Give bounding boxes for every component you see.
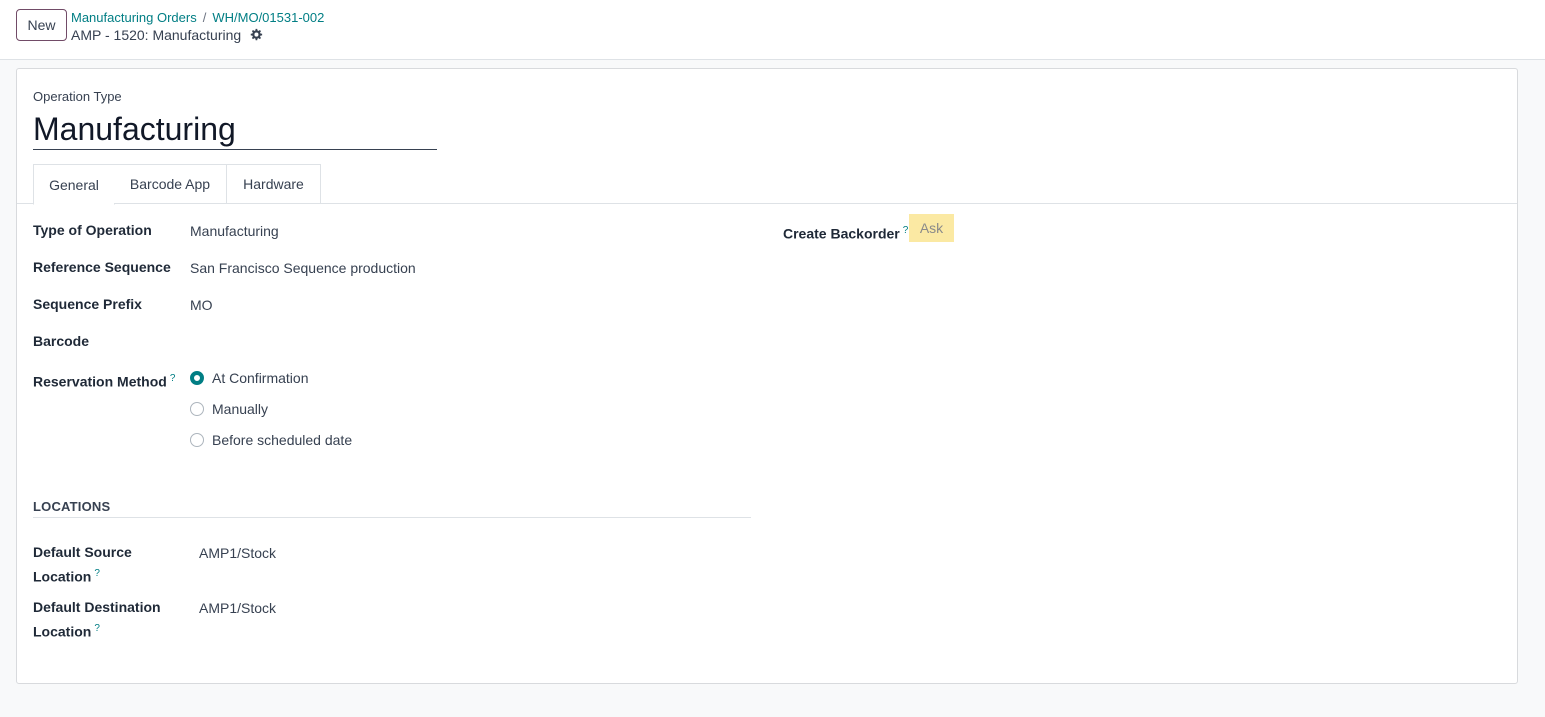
record-title: AMP - 1520: Manufacturing <box>71 27 242 43</box>
help-icon[interactable]: ? <box>903 225 909 236</box>
radio-before-scheduled-date[interactable]: Before scheduled date <box>190 432 352 448</box>
gear-icon[interactable] <box>249 28 263 42</box>
radio-unchecked-icon[interactable] <box>190 433 204 447</box>
radio-at-confirmation[interactable]: At Confirmation <box>190 370 308 386</box>
default-destination-location-field[interactable]: AMP1/Stock <box>199 598 276 619</box>
tab-hardware[interactable]: Hardware <box>227 164 321 204</box>
radio-checked-icon[interactable] <box>190 371 204 385</box>
label-line: Location <box>33 568 92 585</box>
create-backorder-label: Create Backorder? <box>783 220 908 245</box>
breadcrumb: Manufacturing Orders / WH/MO/01531-002 <box>71 10 324 26</box>
operation-type-label: Operation Type <box>33 89 122 104</box>
radio-label: At Confirmation <box>212 370 309 386</box>
type-of-operation-label: Type of Operation <box>33 222 152 238</box>
sequence-prefix-label: Sequence Prefix <box>33 296 142 312</box>
create-backorder-select[interactable]: Ask <box>909 214 954 242</box>
tab-barcode-app[interactable]: Barcode App <box>114 164 227 204</box>
new-button[interactable]: New <box>16 9 67 41</box>
create-backorder-label-text: Create Backorder <box>783 225 900 242</box>
locations-section-title: LOCATIONS <box>33 499 751 518</box>
type-of-operation-select[interactable]: Manufacturing <box>190 221 279 242</box>
operation-type-name-input[interactable]: Manufacturing <box>33 108 437 150</box>
record-title-row: AMP - 1520: Manufacturing <box>71 27 263 43</box>
breadcrumb-manufacturing-orders[interactable]: Manufacturing Orders <box>71 10 197 25</box>
reference-sequence-label: Reference Sequence <box>33 259 171 275</box>
sequence-prefix-input[interactable]: MO <box>190 295 213 316</box>
radio-label: Manually <box>212 401 269 417</box>
barcode-label: Barcode <box>33 333 90 349</box>
help-icon[interactable]: ? <box>94 568 100 579</box>
barcode-input[interactable] <box>190 332 490 353</box>
reservation-method-label-text: Reservation Method <box>33 373 167 390</box>
default-destination-location-label: Default Destination Location? <box>33 597 161 643</box>
tab-general[interactable]: General <box>33 164 115 205</box>
default-source-location-field[interactable]: AMP1/Stock <box>199 543 276 564</box>
notebook-tabs: General Barcode App Hardware <box>17 164 1517 205</box>
label-line: Default Source <box>33 544 132 560</box>
help-icon[interactable]: ? <box>94 623 100 634</box>
radio-manually[interactable]: Manually <box>190 401 268 417</box>
help-icon[interactable]: ? <box>170 373 176 384</box>
label-line: Default Destination <box>33 599 161 615</box>
breadcrumb-separator: / <box>202 10 207 25</box>
reservation-method-label: Reservation Method? <box>33 368 175 393</box>
form-sheet: Operation Type Manufacturing General Bar… <box>16 68 1518 684</box>
default-source-location-label: Default Source Location? <box>33 542 132 588</box>
reference-sequence-field[interactable]: San Francisco Sequence production <box>190 258 416 279</box>
breadcrumb-mo-record[interactable]: WH/MO/01531-002 <box>212 10 324 25</box>
label-line: Location <box>33 623 92 640</box>
control-panel: New Manufacturing Orders / WH/MO/01531-002… <box>0 0 1545 60</box>
radio-unchecked-icon[interactable] <box>190 402 204 416</box>
radio-label: Before scheduled date <box>212 432 353 448</box>
